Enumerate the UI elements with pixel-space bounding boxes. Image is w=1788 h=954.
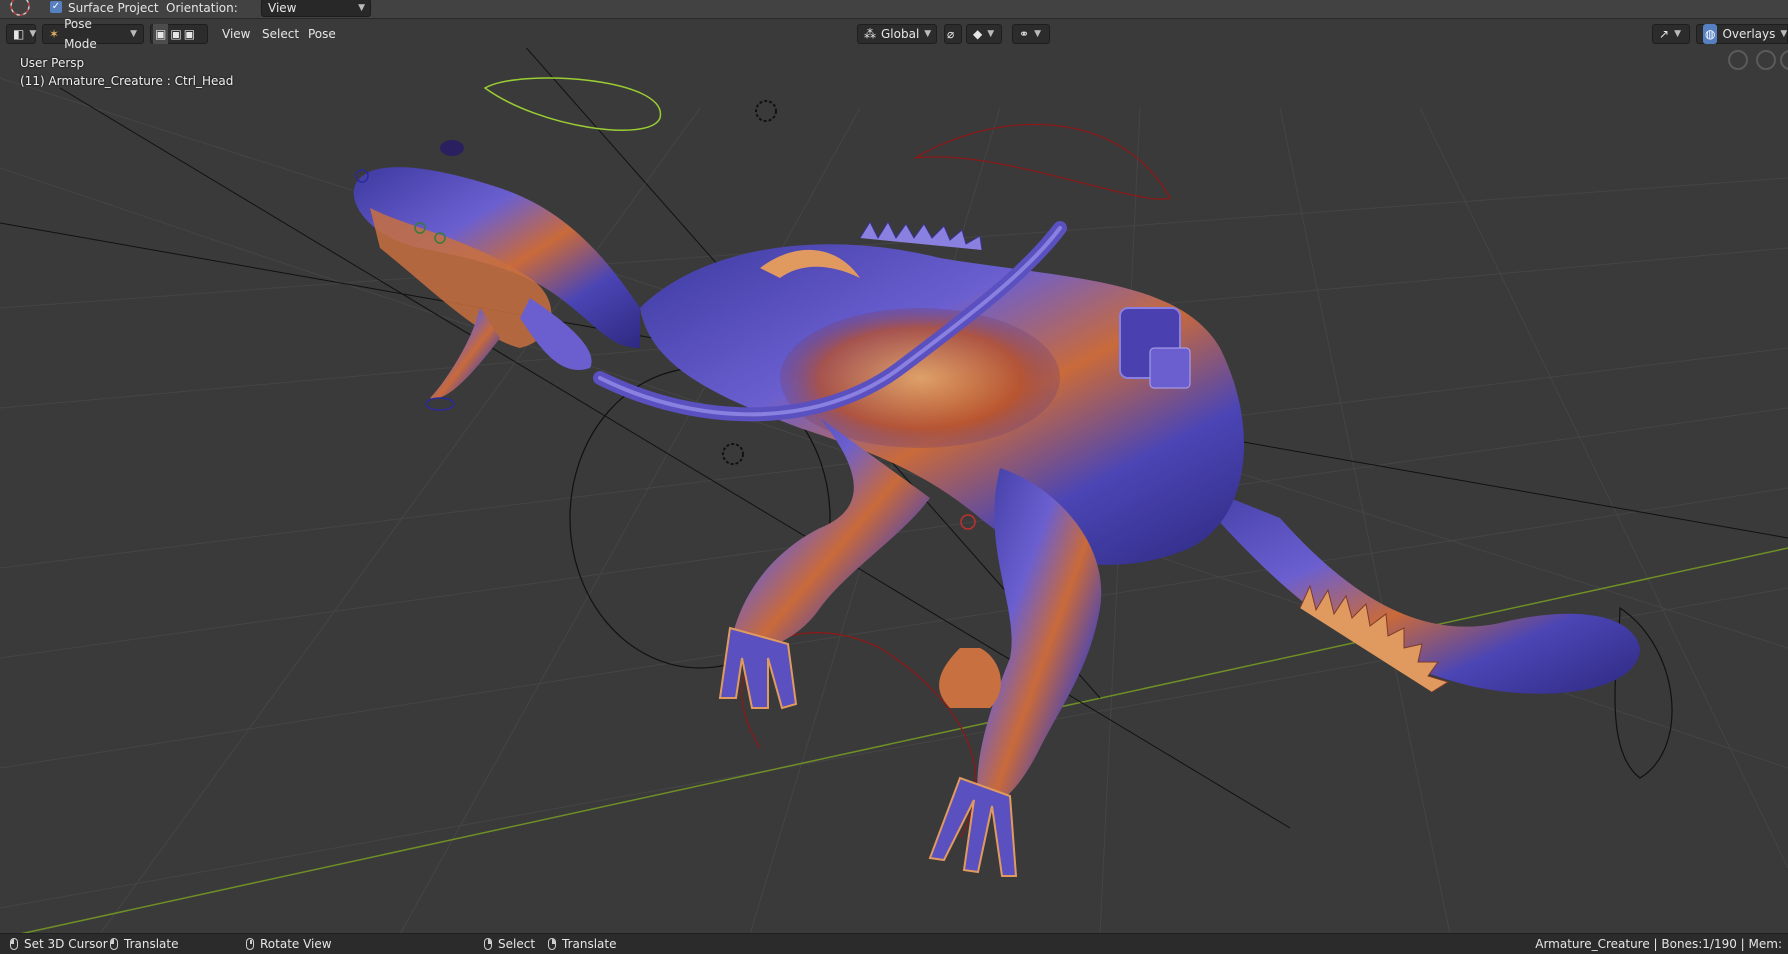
- rig-target: [755, 100, 777, 122]
- viewport-header: ◧ ▼ ✶ Pose Mode ▼ ▣ ▣ ▣ View Select Pose …: [0, 17, 1788, 51]
- snap-icon: ⌀: [947, 27, 955, 41]
- creature-mesh: [353, 140, 1640, 877]
- chevron-down-icon: ▼: [1780, 29, 1788, 39]
- global-axes-icon: ⁂: [864, 27, 876, 41]
- menu-select[interactable]: Select: [258, 24, 303, 44]
- status-item: Rotate View: [246, 934, 332, 954]
- 3d-viewport[interactable]: User Persp (11) Armature_Creature : Ctrl…: [0, 48, 1788, 934]
- select-mode-icon[interactable]: ▣: [184, 24, 195, 44]
- viewport-shading-icon: ⚭: [1019, 27, 1030, 41]
- mouse-left-icon: [10, 938, 18, 950]
- rig-target: [722, 443, 744, 465]
- status-item: Translate: [548, 934, 617, 954]
- mouse-right-icon: [548, 938, 556, 950]
- chevron-down-icon: ▼: [358, 3, 365, 13]
- orientation-label: Orientation:: [166, 1, 238, 15]
- status-item-label: Rotate View: [260, 937, 332, 951]
- status-item-label: Set 3D Cursor: [24, 937, 108, 951]
- snap-toggle[interactable]: ⌀: [944, 24, 962, 44]
- pose-mode-icon: ✶: [49, 27, 60, 41]
- status-info: Armature_Creature | Bones:1/190 | Mem:: [1535, 937, 1782, 951]
- transform-orientation-value: Global: [881, 27, 920, 41]
- mouse-left-icon: [110, 938, 118, 950]
- chevron-down-icon: ▼: [924, 29, 932, 39]
- menu-pose[interactable]: Pose: [304, 24, 340, 44]
- orientation-value: View: [268, 1, 297, 15]
- transform-orientation-dropdown[interactable]: ⁂ Global ▼: [857, 24, 937, 44]
- orientation-dropdown[interactable]: View ▼: [261, 0, 371, 17]
- status-bar: Set 3D Cursor Translate Rotate View Sele…: [0, 933, 1788, 954]
- status-item-label: Translate: [562, 937, 617, 951]
- status-item-label: Translate: [124, 937, 179, 951]
- status-item-label: Select: [498, 937, 536, 951]
- rig-control: [914, 123, 1171, 200]
- cursor-tool-icon[interactable]: [8, 0, 32, 18]
- mouse-right-icon: [484, 938, 492, 950]
- overlays-dropdown[interactable]: ◍ Overlays ▼: [1696, 24, 1788, 44]
- view-name-label: User Persp: [20, 56, 85, 70]
- editor-type-icon: ◧: [13, 27, 25, 41]
- tool-settings-bar: ✓ Surface Project Orientation: View ▼: [0, 0, 1788, 19]
- rig-control: [483, 77, 661, 131]
- pivot-dropdown[interactable]: ⚭ ▼: [1012, 24, 1050, 44]
- scene-canvas[interactable]: [0, 48, 1788, 934]
- overlays-icon: ◍: [1703, 24, 1718, 44]
- navigation-gizmo-icon[interactable]: [1728, 50, 1748, 70]
- gizmo-icon: ↗: [1659, 27, 1670, 41]
- chevron-down-icon: ▼: [29, 29, 37, 39]
- navigation-gizmo-icon[interactable]: [1756, 50, 1776, 70]
- menu-view[interactable]: View: [218, 24, 254, 44]
- status-item: Translate: [110, 934, 179, 954]
- select-mode-buttons[interactable]: ▣ ▣ ▣: [150, 24, 208, 44]
- status-item: Set 3D Cursor: [10, 934, 108, 954]
- active-object-label: (11) Armature_Creature : Ctrl_Head: [20, 74, 234, 88]
- chevron-down-icon: ▼: [130, 29, 137, 39]
- proportional-icon: ◆: [973, 27, 983, 41]
- gizmo-dropdown[interactable]: ↗ ▼: [1652, 24, 1690, 44]
- editor-type-button[interactable]: ◧ ▼: [6, 24, 36, 44]
- y-axis-line: [19, 547, 1788, 934]
- overlays-label: Overlays: [1722, 27, 1776, 41]
- chevron-down-icon: ▼: [1034, 29, 1041, 39]
- surface-project-checkbox[interactable]: ✓: [50, 1, 62, 13]
- status-item: Select: [484, 934, 535, 954]
- select-mode-icon[interactable]: ▣: [153, 24, 169, 44]
- mouse-middle-icon: [246, 938, 254, 950]
- mode-dropdown[interactable]: ✶ Pose Mode ▼: [42, 17, 144, 51]
- chevron-down-icon: ▼: [987, 29, 995, 39]
- select-mode-icon[interactable]: ▣: [170, 24, 181, 44]
- chevron-down-icon: ▼: [1674, 29, 1681, 39]
- snap-options-dropdown[interactable]: ◆ ▼: [966, 24, 1002, 44]
